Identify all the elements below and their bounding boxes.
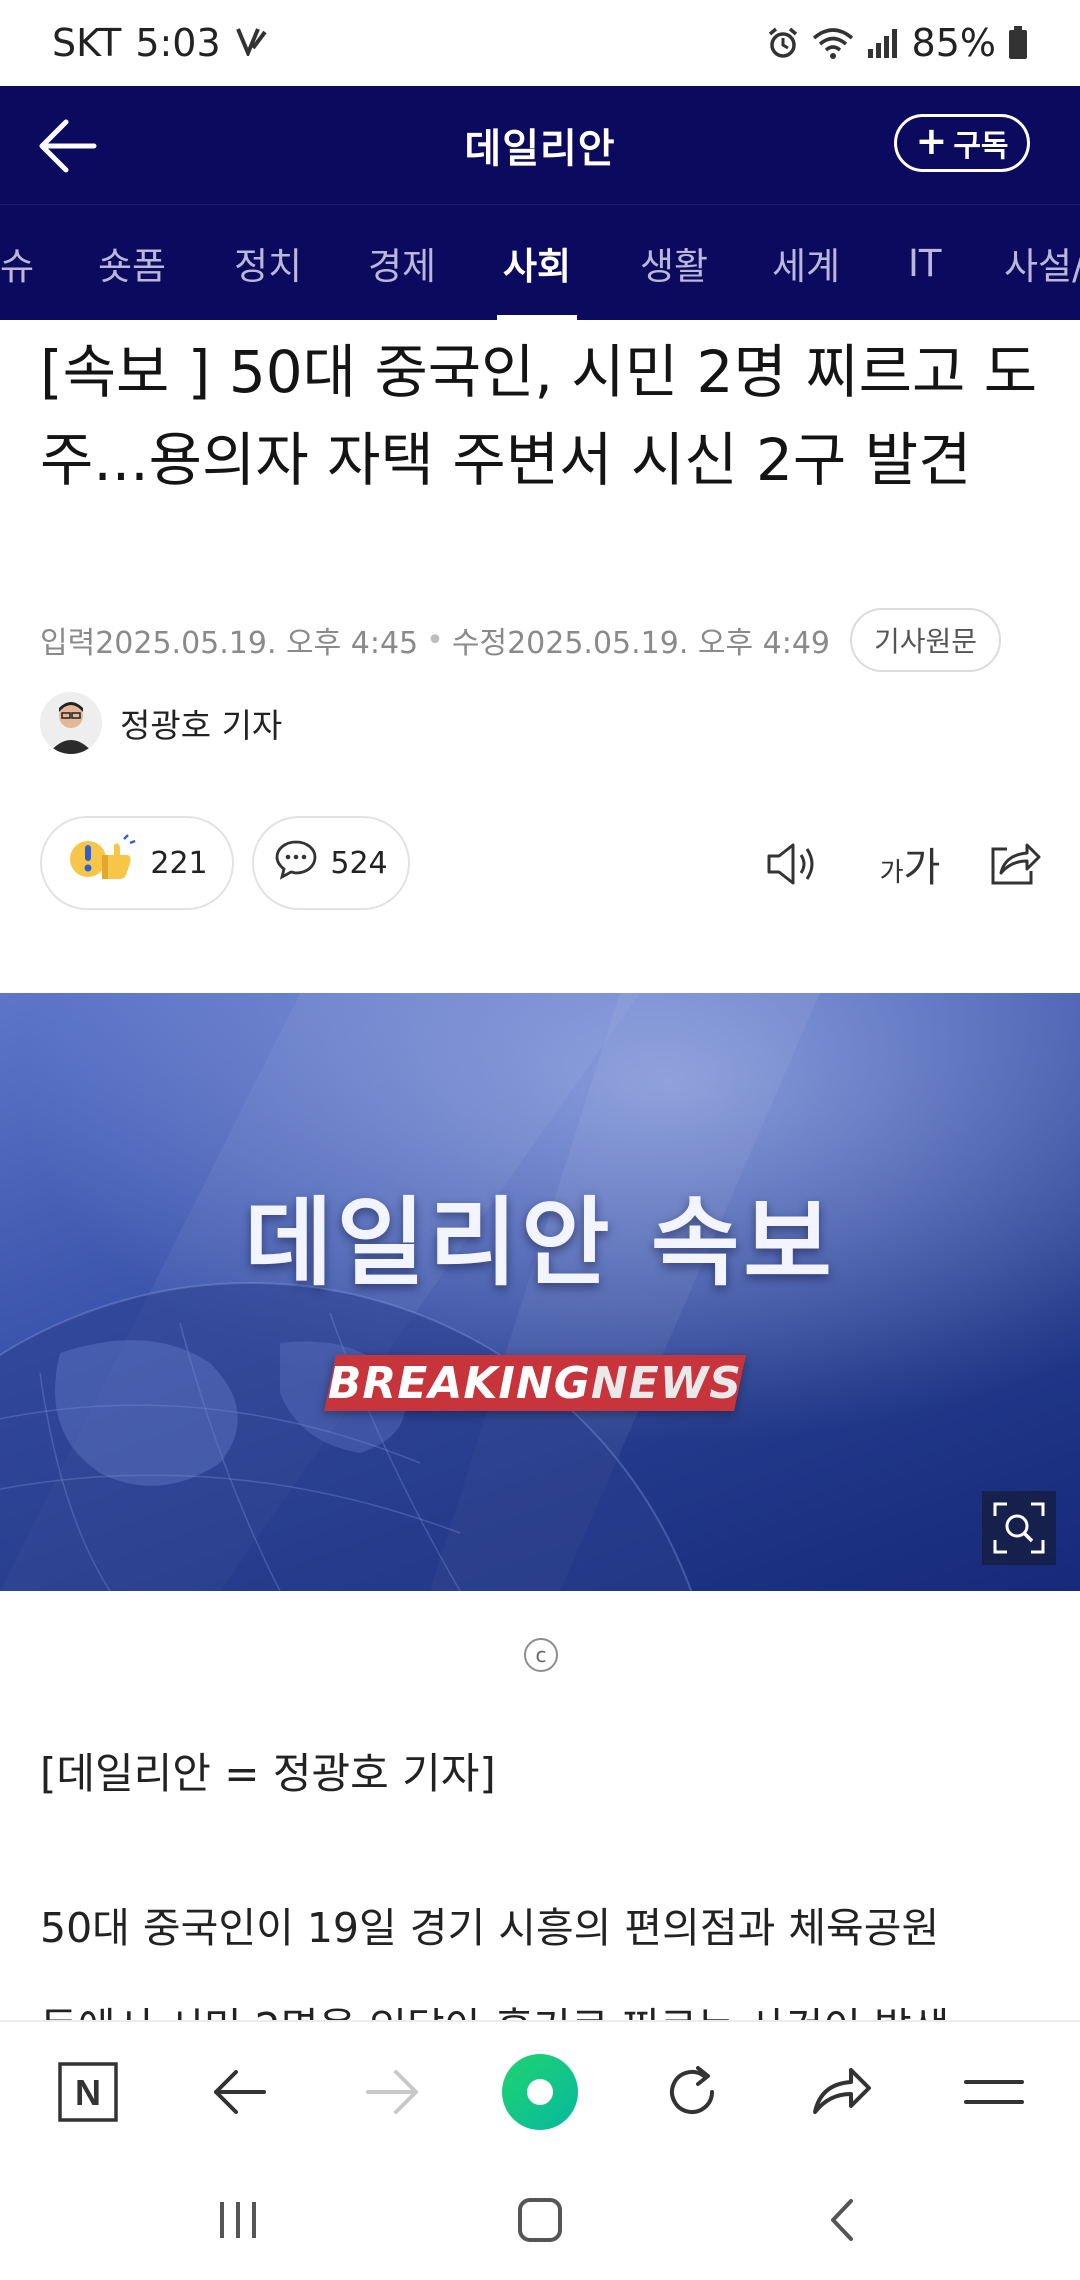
home-button[interactable] [500, 2182, 580, 2258]
forward-arrow-icon [366, 2070, 418, 2114]
font-size-button[interactable]: 가가 [870, 834, 950, 894]
refresh-button[interactable] [650, 2050, 734, 2134]
back-arrow-icon[interactable] [36, 116, 98, 176]
alarm-icon [766, 26, 800, 60]
recent-apps-icon [220, 2202, 256, 2238]
plus-icon: + [915, 119, 948, 163]
article-byline: [데일리안 = 정광호 기자] [40, 1749, 496, 1798]
reaction-count: 221 [150, 845, 208, 881]
tab-it[interactable]: IT [908, 205, 942, 320]
browser-back-button[interactable] [198, 2050, 282, 2134]
menu-button[interactable] [952, 2050, 1036, 2134]
vpn-icon [235, 21, 269, 65]
back-arrow-icon [214, 2070, 266, 2114]
app-header: 데일리안 + 구독 [0, 86, 1080, 204]
author-row[interactable]: 정광호 기자 [40, 692, 282, 754]
publisher-title[interactable]: 데일리안 [464, 116, 615, 174]
chevron-left-icon [831, 2199, 853, 2241]
tab-living[interactable]: 생활 [640, 205, 708, 320]
separator-dot: • [426, 622, 444, 658]
browser-share-button[interactable] [800, 2050, 884, 2134]
input-date: 2025.05.19. 오후 4:45 [95, 626, 419, 661]
share-arrow-icon [813, 2068, 871, 2114]
article-meta: 입력 2025.05.19. 오후 4:45 • 수정 2025.05.19. … [40, 608, 1040, 672]
hero-headline: 데일리안 속보 [244, 1187, 836, 1299]
share-icon[interactable] [984, 834, 1044, 894]
signal-icon [866, 27, 900, 59]
android-navigation-bar [0, 2160, 1080, 2280]
reaction-icons [66, 833, 138, 893]
tab-shortform[interactable]: 숏폼 [98, 205, 166, 320]
comment-bubble-icon [274, 838, 318, 888]
input-label: 입력 [40, 626, 96, 661]
news-word: NEWS [590, 1357, 743, 1409]
wifi-icon [812, 26, 854, 60]
speaker-icon[interactable] [762, 834, 822, 894]
tab-economy[interactable]: 경제 [368, 205, 436, 320]
category-tabs: 슈 숏폼 정치 경제 사회 생활 세계 IT 사설/ [0, 204, 1080, 320]
carrier: SKT [52, 21, 122, 65]
green-dot-button[interactable] [498, 2050, 582, 2134]
clock: 5:03 [135, 21, 221, 65]
comment-count: 524 [330, 845, 388, 881]
status-bar: SKT 5:03 85% [0, 0, 1080, 86]
copyright-icon[interactable]: c [524, 1638, 558, 1672]
font-size-small-label: 가 [879, 857, 904, 888]
article-title: [속보 ] 50대 중국인, 시민 2명 찌르고 도주...용의자 자택 주변서… [40, 338, 1038, 494]
naver-home-button[interactable]: N [46, 2050, 130, 2134]
breaking-word: BREAKING [327, 1357, 591, 1409]
battery-level: 85% [911, 21, 996, 65]
n-letter: N [75, 2072, 101, 2113]
tab-world[interactable]: 세계 [772, 205, 840, 320]
image-zoom-button[interactable] [982, 1491, 1056, 1565]
breaking-news-banner: BREAKINGNEWS [324, 1355, 746, 1411]
reaction-button[interactable]: 221 [40, 816, 234, 910]
zoom-search-icon [993, 1502, 1045, 1554]
hamburger-menu-icon [964, 2080, 1024, 2104]
home-square-icon [518, 2198, 562, 2242]
subscribe-button[interactable]: + 구독 [894, 114, 1030, 172]
tab-issue[interactable]: 슈 [0, 205, 34, 320]
author-avatar[interactable] [40, 692, 102, 754]
author-name[interactable]: 정광호 기자 [120, 699, 282, 747]
system-back-button[interactable] [802, 2182, 882, 2258]
body-line: 50대 중국인이 19일 경기 시흥의 편의점과 체육공원 [40, 1904, 940, 1952]
recent-apps-button[interactable] [198, 2182, 278, 2258]
comment-button[interactable]: 524 [252, 816, 410, 910]
edit-label: 수정 [451, 626, 508, 661]
browser-forward-button[interactable] [350, 2050, 434, 2134]
font-size-large-label: 가 [903, 845, 941, 891]
edit-date: 2025.05.19. 오후 4:49 [507, 626, 831, 661]
hero-image[interactable]: 데일리안 속보 BREAKINGNEWS [0, 993, 1080, 1591]
tab-editorial[interactable]: 사설/ [1004, 205, 1080, 320]
article-actions: 221 524 가가 [40, 816, 1041, 912]
tab-politics[interactable]: 정치 [234, 205, 302, 320]
tab-society[interactable]: 사회 [496, 205, 578, 320]
browser-toolbar: N [0, 2020, 1080, 2160]
green-circle-icon [502, 2054, 578, 2130]
subscribe-label: 구독 [953, 129, 1009, 164]
original-article-button[interactable]: 기사원문 [850, 608, 1002, 672]
refresh-icon [670, 2066, 714, 2114]
naver-n-icon: N [58, 2062, 118, 2122]
battery-icon [1008, 26, 1028, 60]
